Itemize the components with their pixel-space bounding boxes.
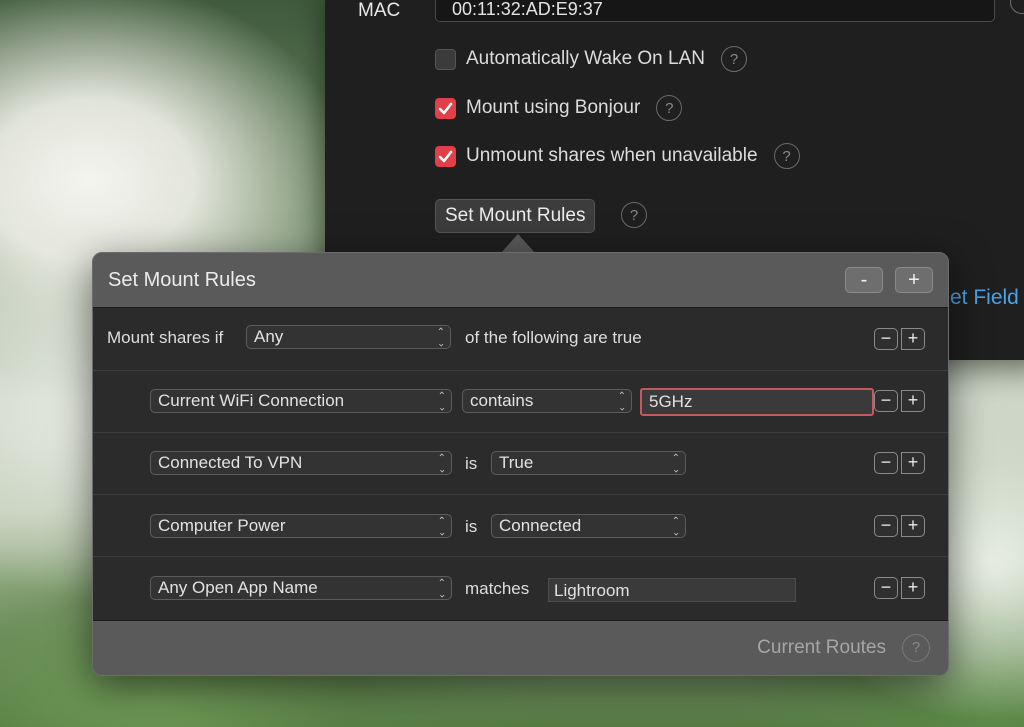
match-row: Mount shares if Any ⌃ ⌃ of the following … (93, 308, 948, 371)
updown-chevron-icon: ⌃ ⌃ (437, 516, 446, 537)
rule-operator-value: contains (470, 391, 534, 410)
add-row-button[interactable]: + (901, 390, 925, 412)
add-row-button[interactable]: + (901, 577, 925, 599)
rule-field-value: Computer Power (158, 516, 286, 535)
popover-header: Set Mount Rules - + (93, 253, 948, 307)
current-routes-label[interactable]: Current Routes (757, 637, 886, 659)
rule-row-buttons: − + (874, 515, 925, 537)
remove-row-button[interactable]: − (874, 452, 898, 474)
add-row-button[interactable]: + (901, 452, 925, 474)
rules-editor: Mount shares if Any ⌃ ⌃ of the following … (93, 307, 948, 621)
rule-value-input[interactable]: 5GHz (640, 388, 874, 416)
updown-chevron-icon: ⌃ ⌃ (671, 516, 680, 537)
rule-operator-label: matches (465, 579, 530, 598)
rule-field-value: Current WiFi Connection (158, 391, 345, 410)
rule-field-select[interactable]: Computer Power ⌃ ⌃ (150, 514, 452, 538)
match-mode-select[interactable]: Any ⌃ ⌃ (246, 325, 451, 349)
unmount-label: Unmount shares when unavailable (466, 145, 758, 166)
unmount-checkbox[interactable] (435, 145, 456, 167)
match-row-buttons: − + (874, 328, 925, 350)
rule-row-buttons: − + (874, 390, 925, 412)
checkmark-icon (438, 150, 453, 162)
mount-rules-help-icon[interactable]: ? (621, 202, 647, 228)
remove-row-button[interactable]: − (874, 515, 898, 537)
rule-field-select[interactable]: Any Open App Name ⌃ ⌃ (150, 576, 452, 600)
current-routes-help-icon[interactable]: ? (902, 633, 930, 662)
add-row-button[interactable]: + (901, 515, 925, 537)
bonjour-label: Mount using Bonjour (466, 97, 641, 118)
rule-operator-label: is (465, 517, 478, 536)
mac-address-field[interactable]: 00:11:32:AD:E9:37 (435, 0, 995, 22)
rule-row: Any Open App Name ⌃ ⌃ matches Lightroom −… (93, 556, 948, 618)
updown-chevron-icon: ⌃ ⌃ (437, 391, 446, 412)
add-rule-group-button[interactable]: + (895, 267, 933, 293)
rule-row: Current WiFi Connection ⌃ ⌃ contains ⌃ ⌃ 5… (93, 370, 948, 433)
rule-operator-select[interactable]: contains ⌃ ⌃ (462, 389, 632, 413)
remove-rule-group-button[interactable]: - (845, 267, 883, 293)
rule-row: Computer Power ⌃ ⌃ is Connected ⌃ ⌃ − + (93, 494, 948, 557)
remove-row-button[interactable]: − (874, 390, 898, 412)
updown-chevron-icon: ⌃ ⌃ (437, 578, 446, 599)
wake-on-lan-option[interactable]: Automatically Wake On LAN ? (435, 46, 747, 72)
header-buttons: - + (845, 267, 933, 293)
rule-row: Connected To VPN ⌃ ⌃ is True ⌃ ⌃ − + (93, 432, 948, 495)
remove-row-button[interactable]: − (874, 328, 898, 350)
remove-row-button[interactable]: − (874, 577, 898, 599)
wake-on-lan-help-icon[interactable]: ? (721, 46, 747, 72)
rule-value-input[interactable]: Lightroom (548, 578, 796, 602)
bonjour-help-icon[interactable]: ? (656, 95, 683, 121)
wake-on-lan-label: Automatically Wake On LAN (466, 48, 705, 69)
rule-field-select[interactable]: Current WiFi Connection ⌃ ⌃ (150, 389, 452, 413)
popover-title: Set Mount Rules (108, 268, 256, 291)
match-prefix-label: Mount shares if (107, 328, 224, 347)
rule-field-select[interactable]: Connected To VPN ⌃ ⌃ (150, 451, 452, 475)
updown-chevron-icon: ⌃ ⌃ (436, 327, 445, 348)
rule-operator-label: is (465, 454, 478, 473)
add-row-button[interactable]: + (901, 328, 925, 350)
updown-chevron-icon: ⌃ ⌃ (671, 453, 680, 474)
rule-row-buttons: − + (874, 577, 925, 599)
bonjour-option[interactable]: Mount using Bonjour ? (435, 95, 683, 121)
set-mount-rules-button[interactable]: Set Mount Rules (435, 199, 596, 233)
rule-field-value: Connected To VPN (158, 453, 303, 472)
popover-arrow (500, 234, 536, 254)
partial-link-clip: et Field (949, 270, 1024, 330)
rule-value-select[interactable]: True ⌃ ⌃ (491, 451, 686, 475)
rule-value-text: True (499, 453, 534, 472)
updown-chevron-icon: ⌃ ⌃ (617, 391, 626, 412)
match-mode-value: Any (254, 327, 284, 346)
mount-rules-popover: Set Mount Rules - + Mount shares if Any … (92, 252, 949, 676)
bonjour-checkbox[interactable] (435, 97, 456, 119)
popover-footer: Current Routes ? (93, 619, 948, 675)
unmount-help-icon[interactable]: ? (773, 143, 800, 169)
rule-value-text: Connected (499, 516, 582, 535)
rule-field-value: Any Open App Name (158, 578, 318, 597)
match-suffix-label: of the following are true (465, 328, 642, 347)
wake-on-lan-checkbox[interactable] (435, 48, 456, 70)
updown-chevron-icon: ⌃ ⌃ (437, 453, 446, 474)
mac-label: MAC (358, 0, 401, 21)
rule-row-buttons: − + (874, 452, 925, 474)
checkmark-icon (438, 102, 453, 114)
partial-link-text[interactable]: et Field (950, 286, 1019, 310)
unmount-option[interactable]: Unmount shares when unavailable ? (435, 143, 800, 169)
rule-value-select[interactable]: Connected ⌃ ⌃ (491, 514, 686, 538)
